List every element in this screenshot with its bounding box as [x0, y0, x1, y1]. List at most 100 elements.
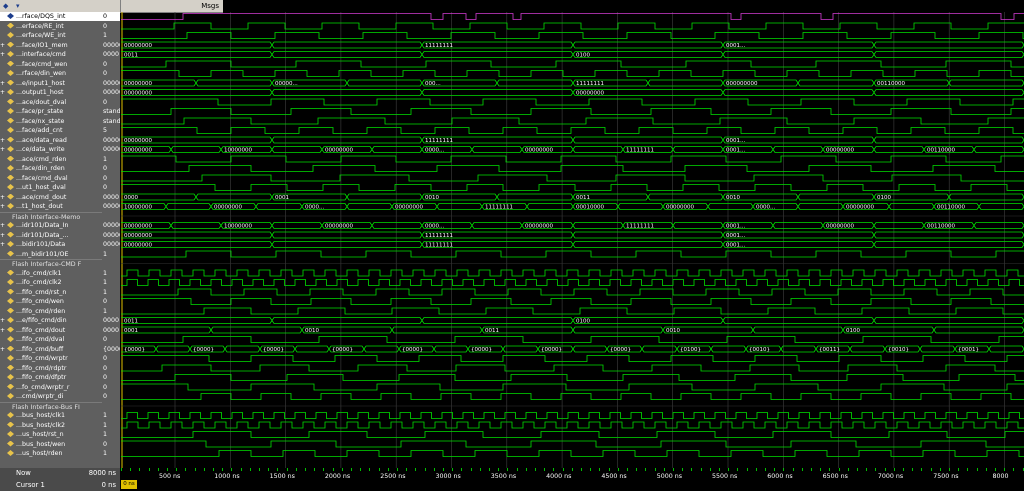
signal-name-row[interactable]: + ...interface/cmd	[0, 50, 102, 59]
time-axis[interactable]: 0 ns 500 ns 1000 ns 1500 ns 2000 ns 2500 ns 3…	[121, 468, 1024, 491]
signal-value: 1	[103, 307, 108, 315]
expand-icon[interactable]: +	[0, 79, 6, 88]
expand-icon[interactable]: +	[0, 50, 6, 59]
signal-name-row[interactable]: + ...idr101/Data_In	[0, 221, 102, 230]
signal-name-row[interactable]: ...fifo_cmd/wrptr	[0, 354, 102, 363]
signal-name-row[interactable]: ...ifo_cmd/clk2	[0, 278, 102, 287]
signal-value: 0	[103, 98, 108, 106]
expand-icon[interactable]: +	[0, 88, 6, 97]
signal-name-row[interactable]: + ...bidir101/Data	[0, 240, 102, 249]
bus-value-label: {0000}	[332, 347, 353, 353]
signal-icon	[7, 117, 14, 124]
bus-value-label: {0011}	[819, 347, 840, 353]
signal-name-row[interactable]: ...ut1_host_dval	[0, 183, 102, 192]
expand-icon[interactable]: +	[0, 41, 6, 50]
axis-minor-tick	[194, 468, 196, 471]
signal-name-row[interactable]: ...ifo_cmd/clk1	[0, 269, 102, 278]
signal-name-row[interactable]: + ...fifo_cmd/buff	[0, 345, 102, 354]
bus-segment	[780, 345, 817, 353]
waveform-pane[interactable]: 00000000 11111111 0001...0011 010000000000 0…	[121, 12, 1024, 468]
signal-name-row[interactable]: ...fifo_cmd/dval	[0, 335, 102, 344]
signal-name-pane[interactable]: ...rface/DQS_int ...erface/RE_int ...erfac…	[0, 12, 102, 468]
signal-name-label: ...fifo_cmd/rden	[16, 307, 66, 315]
signal-name-row[interactable]: + ...e/input1_host	[0, 79, 102, 88]
signal-name-row[interactable]: ...fifo_cmd/rdptr	[0, 364, 102, 373]
expand-icon[interactable]: +	[0, 145, 6, 154]
signal-name-row[interactable]: ...ace/cmd_rden	[0, 155, 102, 164]
expand-icon[interactable]: +	[0, 193, 6, 202]
expand-icon[interactable]: +	[0, 345, 6, 354]
signal-icon	[7, 79, 14, 86]
signal-name-label: ...fifo_cmd/dout	[16, 326, 66, 334]
signal-name-row[interactable]: ...us_host/rden	[0, 449, 102, 458]
signal-value: 0000	[103, 193, 120, 201]
signal-group-header[interactable]: Flash Interface-Memo	[0, 211, 102, 222]
cursor-row[interactable]: Cursor 1 0 ns	[0, 480, 120, 491]
signal-name-row[interactable]: ...us_host/rst_n	[0, 430, 102, 439]
cursor-flag[interactable]: 0 ns	[121, 480, 137, 489]
signal-name-row[interactable]: ...fifo_cmd/rden	[0, 307, 102, 316]
signal-name-row[interactable]: ...rface/DQS_int	[0, 12, 102, 21]
bit-waveform	[121, 165, 1024, 172]
signal-icon	[7, 231, 14, 238]
signal-name-row[interactable]: + ...fifo_cmd/dout	[0, 326, 102, 335]
expand-icon[interactable]: +	[0, 240, 6, 249]
signal-group-header[interactable]: Flash Interface-Bus FI	[0, 401, 102, 412]
signal-name-row[interactable]: ...fifo_cmd/dfptr	[0, 373, 102, 382]
expand-icon[interactable]: +	[0, 316, 6, 325]
signal-group-header[interactable]: Flash Interface-CMD F	[0, 259, 102, 269]
signal-value	[102, 212, 120, 221]
signal-name-row[interactable]: + ...ace/data_read	[0, 136, 102, 145]
bus-value-label: 10000000	[224, 224, 252, 230]
axis-minor-tick	[268, 468, 270, 471]
signal-name-row[interactable]: ...erface/RE_int	[0, 22, 102, 31]
signal-name-row[interactable]: ...face/cmd_wen	[0, 60, 102, 69]
expand-icon[interactable]: +	[0, 136, 6, 145]
bus-value-label: 00000000	[325, 148, 353, 154]
signal-name-row[interactable]: + ...t1_host_dout	[0, 202, 102, 211]
signal-name-row[interactable]: + ...ace/cmd_dout	[0, 193, 102, 202]
signal-name-row[interactable]: + ...output1_host	[0, 88, 102, 97]
signal-name-row[interactable]: + ...e/fifo_cmd/din	[0, 316, 102, 325]
signal-name-row[interactable]: + ...idr101/Data_...	[0, 231, 102, 240]
signal-name-row[interactable]: ...face/din_rden	[0, 164, 102, 173]
signal-name-row[interactable]: ...cmd/wrptr_di	[0, 392, 102, 401]
bus-segment	[873, 146, 925, 153]
signal-name-row[interactable]: ...rface/din_wen	[0, 69, 102, 78]
chevron-down-icon[interactable]: ▾	[16, 2, 26, 11]
expand-icon[interactable]: +	[0, 221, 6, 230]
expand-icon[interactable]: +	[0, 231, 6, 240]
signal-name-row[interactable]: ...ace/dout_dval	[0, 98, 102, 107]
signal-value-pane[interactable]: 0010000000000000000000000000000000standb…	[102, 12, 120, 468]
signal-name-row[interactable]: ...bus_host/wen	[0, 440, 102, 449]
signal-name-label: ...output1_host	[16, 89, 64, 96]
expand-icon[interactable]: +	[0, 326, 6, 335]
axis-minor-tick	[737, 468, 739, 471]
signal-name-row[interactable]: ...face/add_cnt	[0, 126, 102, 135]
signal-name-row[interactable]: ...face/nx_state	[0, 117, 102, 126]
bit-waveform	[121, 288, 1024, 296]
signal-name-row[interactable]: ...m_bidir101/OE	[0, 250, 102, 259]
signal-name-label: ...fifo_cmd/wrptr	[16, 355, 68, 362]
signal-name-row[interactable]: ...face/pr_state	[0, 107, 102, 116]
axis-minor-tick	[654, 468, 656, 471]
bus-segment	[421, 51, 574, 58]
signal-name-row[interactable]: ...face/cmd_dval	[0, 174, 102, 183]
signal-value: 00000000	[103, 203, 120, 210]
signal-name-row[interactable]: ...fifo_cmd/wen	[0, 297, 102, 306]
signal-name-row[interactable]: ...fifo_cmd/rst_n	[0, 288, 102, 297]
expand-icon[interactable]: +	[0, 202, 6, 211]
signal-name-row[interactable]: ...bus_host/clk1	[0, 411, 102, 420]
signal-name-row[interactable]: ...erface/WE_int	[0, 31, 102, 40]
signal-name-row[interactable]: + ...face/IO1_mem	[0, 41, 102, 50]
axis-minor-tick	[185, 468, 187, 471]
signal-name-row[interactable]: + ...ce/data_write	[0, 145, 102, 154]
bus-segment	[165, 203, 212, 210]
bus-segment	[572, 326, 664, 334]
signal-icon	[7, 41, 14, 48]
signal-name-row[interactable]: ...fo_cmd/wrptr_r	[0, 383, 102, 392]
diamond-icon[interactable]: ◆	[3, 2, 13, 11]
bit-waveform	[121, 250, 1024, 258]
signal-name-row[interactable]: ...bus_host/clk2	[0, 421, 102, 430]
signal-value: 0	[103, 60, 108, 68]
